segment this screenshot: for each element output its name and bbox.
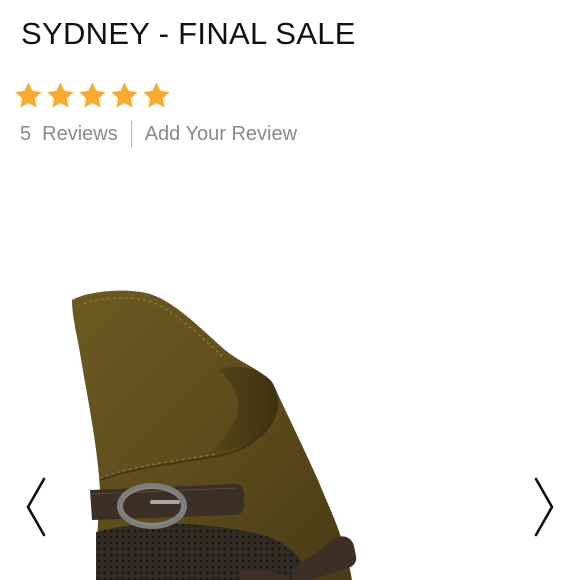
- product-image: [72, 290, 357, 580]
- product-image-gallery[interactable]: [0, 270, 580, 580]
- star-icon: [15, 82, 42, 108]
- chevron-left-icon[interactable]: [20, 475, 50, 539]
- product-title: SYDNEY - FINAL SALE: [21, 16, 356, 51]
- reviews-link[interactable]: 5 Reviews: [20, 120, 118, 148]
- reviews-label: Reviews: [42, 123, 118, 145]
- star-icon: [47, 82, 74, 108]
- review-count: 5: [20, 123, 32, 145]
- review-summary: 5 Reviews Add Your Review: [20, 120, 297, 148]
- star-icon: [79, 82, 106, 108]
- star-icon: [143, 82, 170, 108]
- review-divider: [130, 121, 132, 147]
- product-page: SYDNEY - FINAL SALE 5 Reviews Add Your Re…: [0, 0, 580, 580]
- chevron-right-icon[interactable]: [530, 475, 560, 539]
- star-icon: [111, 82, 138, 108]
- add-review-link[interactable]: Add Your Review: [145, 120, 297, 148]
- star-rating: [13, 80, 172, 111]
